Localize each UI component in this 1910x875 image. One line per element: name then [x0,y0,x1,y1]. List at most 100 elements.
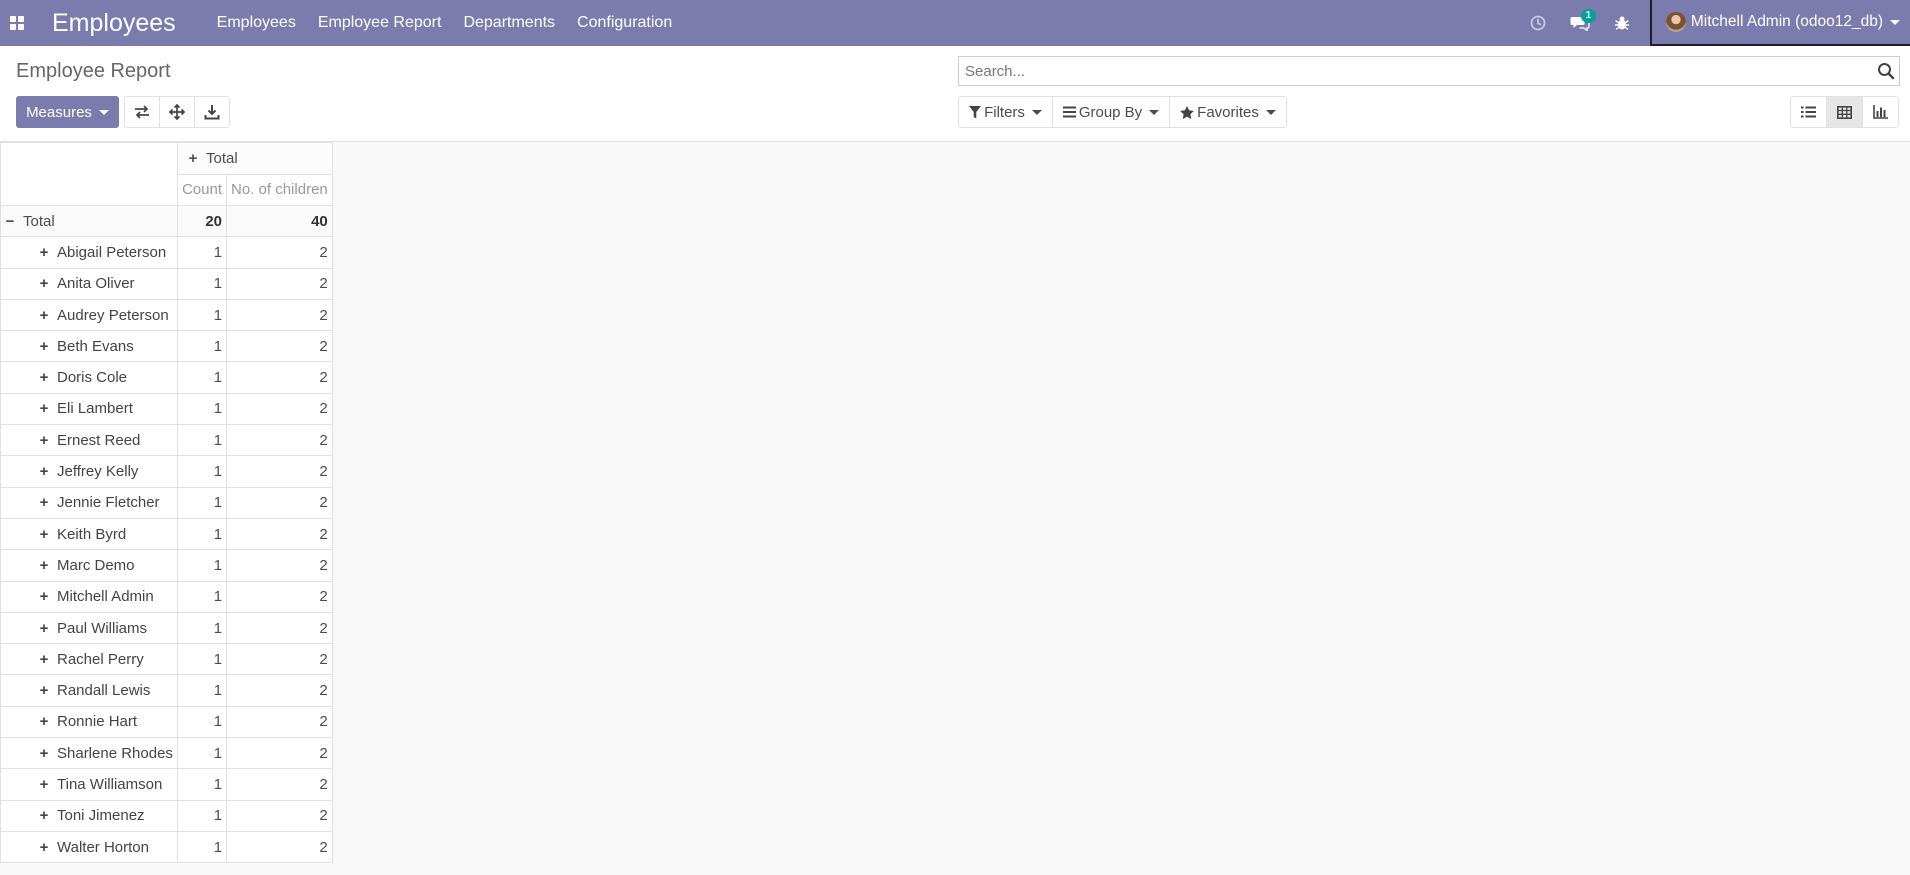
list-view-button[interactable] [1790,96,1827,128]
children-cell: 2 [226,705,333,739]
debug-bug-icon[interactable] [1602,0,1642,46]
row-header-total[interactable]: − Total [0,204,178,238]
apps-menu-icon[interactable] [0,0,34,46]
table-row: + Jennie Fletcher 1 2 [0,486,333,519]
table-icon [1837,105,1852,119]
row-header-employee[interactable]: + Randall Lewis [0,674,178,707]
group-by-button[interactable]: Group By [1052,96,1170,128]
children-cell: 2 [226,799,333,832]
pivot-total-row: − Total 20 40 [0,204,333,238]
count-cell: 1 [176,361,228,394]
search-input[interactable] [959,57,1859,85]
employee-name: Ronnie Hart [57,713,138,731]
graph-view-button[interactable] [1862,96,1899,128]
row-header-employee[interactable]: + Keith Byrd [0,517,178,551]
row-header-employee[interactable]: + Anita Oliver [0,267,178,300]
download-xlsx-button[interactable] [194,96,230,128]
pivot-corner-cell [0,142,178,206]
activity-clock-icon[interactable] [1518,0,1558,46]
count-cell: 1 [176,674,228,707]
count-cell: 1 [176,298,228,332]
measure-header-count[interactable]: Count [176,173,228,206]
employee-name: Randall Lewis [57,682,151,700]
col-header-label: Total [206,149,238,167]
total-children-cell: 40 [226,204,333,238]
table-row: + Mitchell Admin 1 2 [0,580,333,613]
expand-plus-icon: + [39,463,49,481]
table-row: + Marc Demo 1 2 [0,549,333,582]
row-header-employee[interactable]: + Doris Cole [0,361,178,394]
user-menu[interactable]: Mitchell Admin (odoo12_db) [1649,0,1910,46]
row-header-employee[interactable]: + Rachel Perry [0,643,178,676]
expand-plus-icon: + [39,494,49,512]
search-icon[interactable] [1877,62,1895,85]
count-cell: 1 [176,737,228,770]
col-header-total[interactable]: + Total [177,142,333,175]
table-row: + Sharlene Rhodes 1 2 [0,737,333,770]
expand-plus-icon: + [39,525,49,543]
table-row: + Randall Lewis 1 2 [0,674,333,707]
page-title: Employee Report [16,60,171,82]
measures-caret-icon [98,109,109,115]
messages-chat-icon[interactable]: 1 [1558,0,1602,46]
pivot-view-button[interactable] [1826,96,1863,128]
table-row: + Toni Jimenez 1 2 [0,799,333,832]
employee-name: Audrey Peterson [57,306,169,324]
count-cell: 1 [176,517,228,551]
table-row: + Tina Williamson 1 2 [0,768,333,801]
employee-name: Abigail Peterson [57,243,167,261]
control-panel: Employee Report Measures Filters Group B… [0,46,1910,142]
children-cell: 2 [226,768,333,801]
row-header-employee[interactable]: + Ernest Reed [0,424,178,457]
row-header-employee[interactable]: + Eli Lambert [0,392,178,426]
expand-all-button[interactable] [159,96,195,128]
menu-configuration[interactable]: Configuration [577,14,672,32]
children-cell: 2 [226,330,333,363]
favorites-button[interactable]: Favorites [1169,96,1287,128]
download-icon [204,105,220,120]
measures-button[interactable]: Measures [16,96,119,128]
expand-plus-icon: + [39,619,49,637]
row-header-employee[interactable]: + Jennie Fletcher [0,486,178,519]
row-header-employee[interactable]: + Sharlene Rhodes [0,737,178,770]
count-cell: 1 [176,267,228,300]
measure-header-children[interactable]: No. of children [226,173,333,206]
count-cell: 1 [176,455,228,488]
table-row: + Rachel Perry 1 2 [0,643,333,676]
row-header-employee[interactable]: + Ronnie Hart [0,705,178,739]
arrows-move-icon [169,104,185,120]
expand-plus-icon: + [39,275,49,293]
children-cell: 2 [226,517,333,551]
expand-plus-icon: + [39,807,49,825]
group-by-label: Group By [1078,103,1143,121]
children-cell: 2 [226,361,333,394]
row-header-employee[interactable]: + Beth Evans [0,330,178,363]
row-header-employee[interactable]: + Tina Williamson [0,768,178,801]
app-brand[interactable]: Employees [52,9,176,38]
children-cell: 2 [226,830,333,864]
row-header-employee[interactable]: + Jeffrey Kelly [0,455,178,488]
row-header-employee[interactable]: + Audrey Peterson [0,298,178,332]
collapse-minus-icon: − [5,212,15,230]
employee-name: Sharlene Rhodes [57,744,173,762]
children-cell: 2 [226,455,333,488]
count-cell: 1 [176,424,228,457]
row-header-employee[interactable]: + Mitchell Admin [0,580,178,613]
row-header-employee[interactable]: + Paul Williams [0,611,178,645]
row-header-employee[interactable]: + Walter Horton [0,830,178,864]
filter-icon [969,105,982,118]
menu-employee-report[interactable]: Employee Report [318,14,442,32]
row-header-employee[interactable]: + Toni Jimenez [0,799,178,832]
menu-employees[interactable]: Employees [217,14,296,32]
row-header-employee[interactable]: + Abigail Peterson [0,236,178,269]
flip-axis-button[interactable] [124,96,160,128]
table-row: + Ronnie Hart 1 2 [0,705,333,739]
user-menu-caret-icon [1890,19,1900,25]
count-cell: 1 [176,486,228,519]
row-header-employee[interactable]: + Marc Demo [0,549,178,582]
messages-badge: 1 [1580,9,1596,23]
filters-button[interactable]: Filters [958,96,1053,128]
menu-departments[interactable]: Departments [463,14,555,32]
user-name: Mitchell Admin (odoo12_db) [1690,13,1883,30]
children-cell: 2 [226,486,333,519]
